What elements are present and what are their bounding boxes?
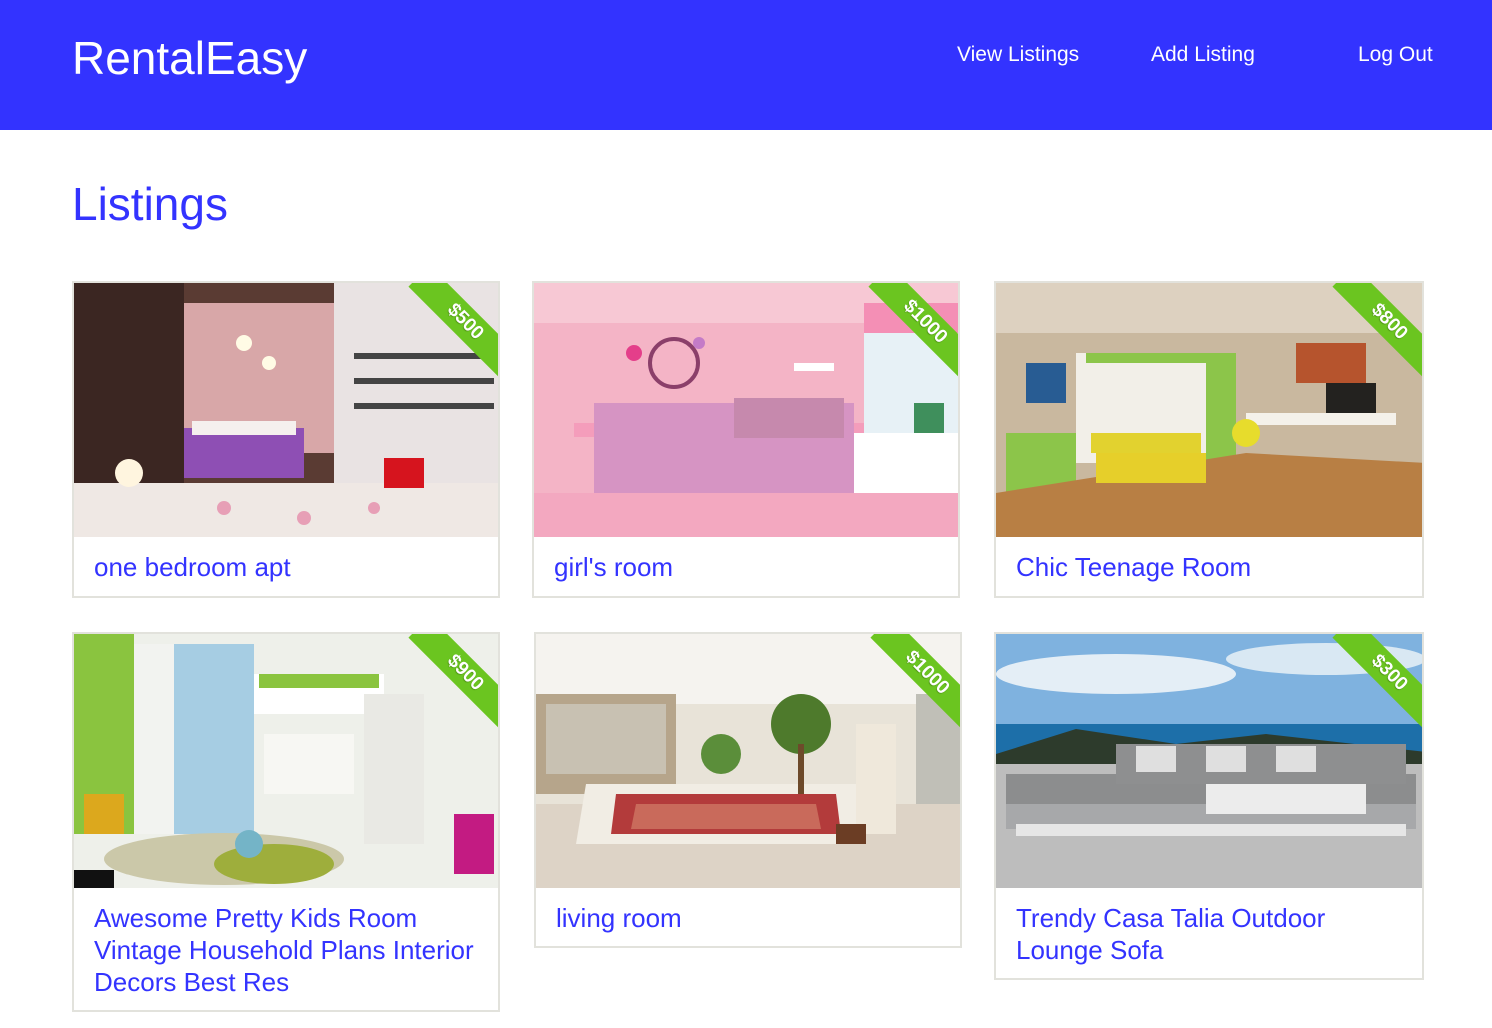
nav-log-out[interactable]: Log Out bbox=[1358, 42, 1433, 68]
listing-card[interactable]: $500 one bedroom apt bbox=[72, 281, 500, 598]
listing-image[interactable]: $800 bbox=[996, 283, 1422, 537]
listing-card[interactable]: $800 Chic Teenage Room bbox=[994, 281, 1424, 598]
listing-card[interactable]: $300 Trendy Casa Talia Outdoor Lounge So… bbox=[994, 632, 1424, 980]
top-navbar: RentalEasy View Listings Add Listing Log… bbox=[0, 0, 1492, 130]
nav-view-listings[interactable]: View Listings bbox=[957, 42, 1079, 68]
listing-image[interactable]: $900 bbox=[74, 634, 498, 888]
listing-title-link[interactable]: living room bbox=[556, 902, 936, 934]
listing-title-link[interactable]: one bedroom apt bbox=[94, 551, 474, 583]
brand-logo-link[interactable]: RentalEasy bbox=[72, 30, 307, 86]
listing-card[interactable]: $1000 living room bbox=[534, 632, 962, 948]
listing-image[interactable]: $1000 bbox=[534, 283, 958, 537]
listing-title-link[interactable]: Trendy Casa Talia Outdoor Lounge Sofa bbox=[1016, 902, 1396, 966]
listing-image[interactable]: $500 bbox=[74, 283, 498, 537]
listing-title-link[interactable]: Awesome Pretty Kids Room Vintage Househo… bbox=[94, 902, 474, 998]
listing-image[interactable]: $300 bbox=[996, 634, 1422, 888]
listing-title-link[interactable]: girl's room bbox=[554, 551, 934, 583]
listing-image[interactable]: $1000 bbox=[536, 634, 960, 888]
nav-add-listing[interactable]: Add Listing bbox=[1151, 42, 1255, 68]
listing-card[interactable]: $1000 girl's room bbox=[532, 281, 960, 598]
page-title: Listings bbox=[72, 178, 228, 230]
listing-card[interactable]: $900 Awesome Pretty Kids Room Vintage Ho… bbox=[72, 632, 500, 1012]
listing-title-link[interactable]: Chic Teenage Room bbox=[1016, 551, 1396, 583]
